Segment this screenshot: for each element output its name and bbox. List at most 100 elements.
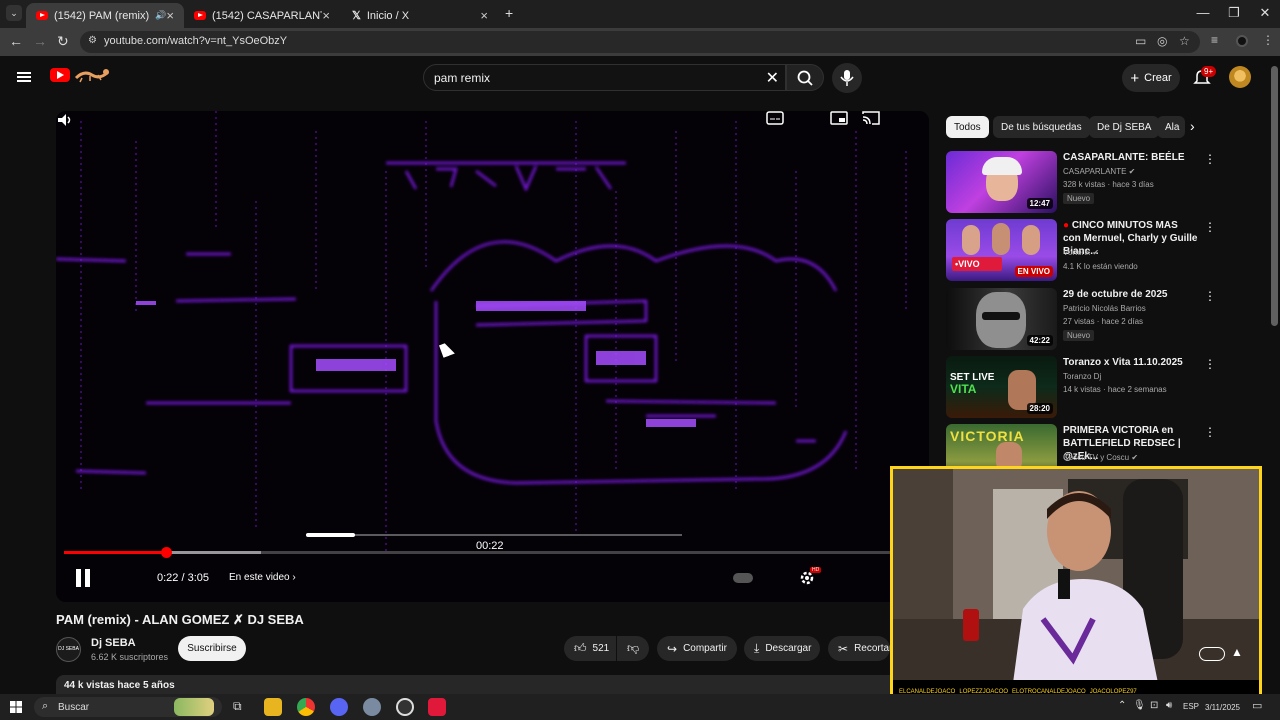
dislike-button[interactable]: 👎︎ xyxy=(617,636,649,661)
more-options-icon[interactable]: ⋮ xyxy=(1204,220,1216,234)
more-options-icon[interactable]: ⋮ xyxy=(1204,425,1216,439)
minimize-icon[interactable]: — xyxy=(1193,5,1213,20)
close-tab-icon[interactable]: × xyxy=(322,8,330,23)
x-logo-icon: 𝕏 xyxy=(352,10,361,22)
channel-name-link[interactable]: Dj SEBA xyxy=(91,637,136,649)
app-red-icon[interactable] xyxy=(428,698,446,716)
cast-icon[interactable]: ▭ xyxy=(1135,34,1146,48)
clear-search-icon[interactable]: ✕ xyxy=(766,68,779,88)
profile-icon[interactable] xyxy=(1236,35,1248,47)
share-button[interactable]: ↪ Compartir xyxy=(657,636,737,661)
subtitles-icon[interactable] xyxy=(766,111,784,125)
browser-tab-2[interactable]: (1542) CASAPARLANTE: BEÉLE × xyxy=(184,3,340,28)
language-indicator[interactable]: ESP xyxy=(1183,702,1199,711)
recommendation-meta: 4.1 K lo están viendo xyxy=(1063,262,1138,271)
youtube-doodle-icon[interactable] xyxy=(72,66,114,84)
reload-icon[interactable]: ↻ xyxy=(57,33,69,50)
restore-icon[interactable]: ❐ xyxy=(1224,5,1244,21)
new-tab-icon[interactable]: + xyxy=(505,5,513,21)
notification-center-icon[interactable]: ▭ xyxy=(1252,699,1262,712)
subscribe-button[interactable]: Suscribirse xyxy=(178,636,246,661)
chip-from-searches[interactable]: De tus búsquedas xyxy=(993,116,1090,138)
pause-icon[interactable] xyxy=(75,569,91,587)
streamer-webcam-overlay: ▲ xyxy=(890,466,1262,704)
video-player[interactable]: 00:22 0:22 / 3:05 En este video › HD xyxy=(56,111,929,602)
recommendation-title: 29 de octubre de 2025 xyxy=(1063,289,1168,300)
progress-bar[interactable] xyxy=(64,547,921,558)
channel-avatar[interactable]: DJ SEBA xyxy=(56,637,81,662)
more-options-icon[interactable]: ⋮ xyxy=(1204,152,1216,166)
cast-tv-icon[interactable] xyxy=(862,111,880,125)
bookmark-star-icon[interactable]: ☆ xyxy=(1179,34,1190,48)
tab-search-icon[interactable]: ⌄ xyxy=(6,5,22,21)
youtube-logo-icon[interactable] xyxy=(50,68,70,82)
tray-volume-icon[interactable]: 🔊︎ xyxy=(1166,700,1172,711)
recommended-video[interactable]: SET LIVE VITA 28:20 Toranzo x Vita 11.10… xyxy=(946,356,1271,420)
video-thumbnail[interactable]: SET LIVE VITA 28:20 xyxy=(946,356,1057,418)
user-avatar[interactable] xyxy=(1229,66,1251,88)
scrubber-handle[interactable] xyxy=(160,547,172,558)
clock-date[interactable]: 3/11/2025 xyxy=(1205,703,1240,712)
close-window-icon[interactable]: ✕ xyxy=(1255,5,1275,21)
recommendation-channel: Coscu TV y Coscu ✔ xyxy=(1063,453,1138,462)
page-scrollbar[interactable] xyxy=(1271,66,1278,326)
forward-icon[interactable]: → xyxy=(33,33,47,49)
recommended-video[interactable]: •VIVO EN VIVO ● CINCO MINUTOS MAS con Me… xyxy=(946,219,1271,283)
recommendation-channel: Patricio Nicolás Barrios xyxy=(1063,304,1146,313)
recommendation-meta: 14 k vistas · hace 2 semanas xyxy=(1063,385,1167,394)
site-info-icon[interactable]: ⚙ xyxy=(88,35,97,46)
file-explorer-icon[interactable] xyxy=(264,698,282,716)
verified-icon: ✔ xyxy=(1092,248,1100,257)
tray-mic-icon[interactable]: 🎙︎ xyxy=(1133,700,1146,711)
url-field[interactable]: ⚙ youtube.com/watch?v=nt_YsOeObzY ▭ ◎ ☆ xyxy=(80,31,1200,53)
tray-network-icon[interactable]: ⊡ xyxy=(1150,700,1158,711)
more-options-icon[interactable]: ⋮ xyxy=(1204,357,1216,371)
hamburger-menu-icon[interactable] xyxy=(17,72,31,82)
browser-menu-icon[interactable]: ⋮ xyxy=(1262,33,1274,47)
close-tab-icon[interactable]: × xyxy=(166,8,174,23)
search-input[interactable]: pam remix ✕ xyxy=(423,64,786,91)
miniplayer-icon[interactable] xyxy=(830,111,848,125)
windows-start-icon[interactable] xyxy=(10,701,22,713)
channel-text: Coscu TV y Coscu xyxy=(1063,453,1130,462)
close-tab-icon[interactable]: × xyxy=(480,8,488,23)
recommended-video[interactable]: 42:22 29 de octubre de 2025 Patricio Nic… xyxy=(946,288,1271,352)
create-button[interactable]: + Crear xyxy=(1122,64,1180,92)
more-options-icon[interactable]: ⋮ xyxy=(1204,289,1216,303)
chip-scroll-right-icon[interactable]: › xyxy=(1190,118,1195,134)
download-button[interactable]: ⤓ Descargar xyxy=(744,636,820,661)
video-thumbnail[interactable]: 42:22 xyxy=(946,288,1057,350)
eye-off-icon[interactable]: ◎ xyxy=(1157,34,1167,48)
voice-search-button[interactable] xyxy=(832,63,862,93)
clip-button[interactable]: ✂ Recortar xyxy=(828,636,892,661)
browser-tab-3[interactable]: 𝕏 Inicio / X × xyxy=(342,3,498,28)
video-thumbnail[interactable]: 12:47 xyxy=(946,151,1057,213)
chip-more[interactable]: Ala xyxy=(1157,116,1185,138)
chapters-button[interactable]: En este video › xyxy=(229,572,296,583)
back-icon[interactable]: ← xyxy=(9,33,23,49)
chip-label: Ala xyxy=(1165,121,1180,133)
app-icon[interactable] xyxy=(363,698,381,716)
description-box[interactable]: 44 k vistas hace 5 años xyxy=(56,675,929,695)
tray-chevron-icon[interactable]: ⌃ xyxy=(1118,700,1126,711)
plus-icon: + xyxy=(1130,69,1140,87)
chrome-icon[interactable] xyxy=(297,698,315,716)
like-button[interactable]: 👍︎ 521 xyxy=(564,636,616,661)
task-view-icon[interactable]: ⧉ xyxy=(233,699,242,714)
recommended-video[interactable]: 12:47 CASAPARLANTE: BEÉLE CASAPARLANTE ✔… xyxy=(946,151,1271,215)
audio-icon[interactable]: 🔊 xyxy=(155,10,166,21)
autoplay-toggle[interactable] xyxy=(733,573,753,583)
media-controls-icon[interactable]: ≡ xyxy=(1211,33,1218,47)
taskbar-search-label: Buscar xyxy=(58,702,90,713)
browser-tab-1[interactable]: (1542) PAM (remix) - ALAN 🔊 × xyxy=(26,3,184,28)
discord-icon[interactable] xyxy=(330,698,348,716)
video-thumbnail[interactable]: •VIVO EN VIVO xyxy=(946,219,1057,281)
search-button[interactable] xyxy=(786,64,824,91)
chip-all[interactable]: Todos xyxy=(946,116,989,138)
channel-text: Vorterix xyxy=(1063,248,1091,257)
duration-badge: 12:47 xyxy=(1026,198,1053,209)
obs-icon[interactable] xyxy=(396,698,414,716)
taskbar-search-box[interactable]: ⌕ Buscar xyxy=(34,697,222,717)
volume-icon[interactable] xyxy=(56,111,74,129)
chip-from-channel[interactable]: De Dj SEBA xyxy=(1089,116,1160,138)
